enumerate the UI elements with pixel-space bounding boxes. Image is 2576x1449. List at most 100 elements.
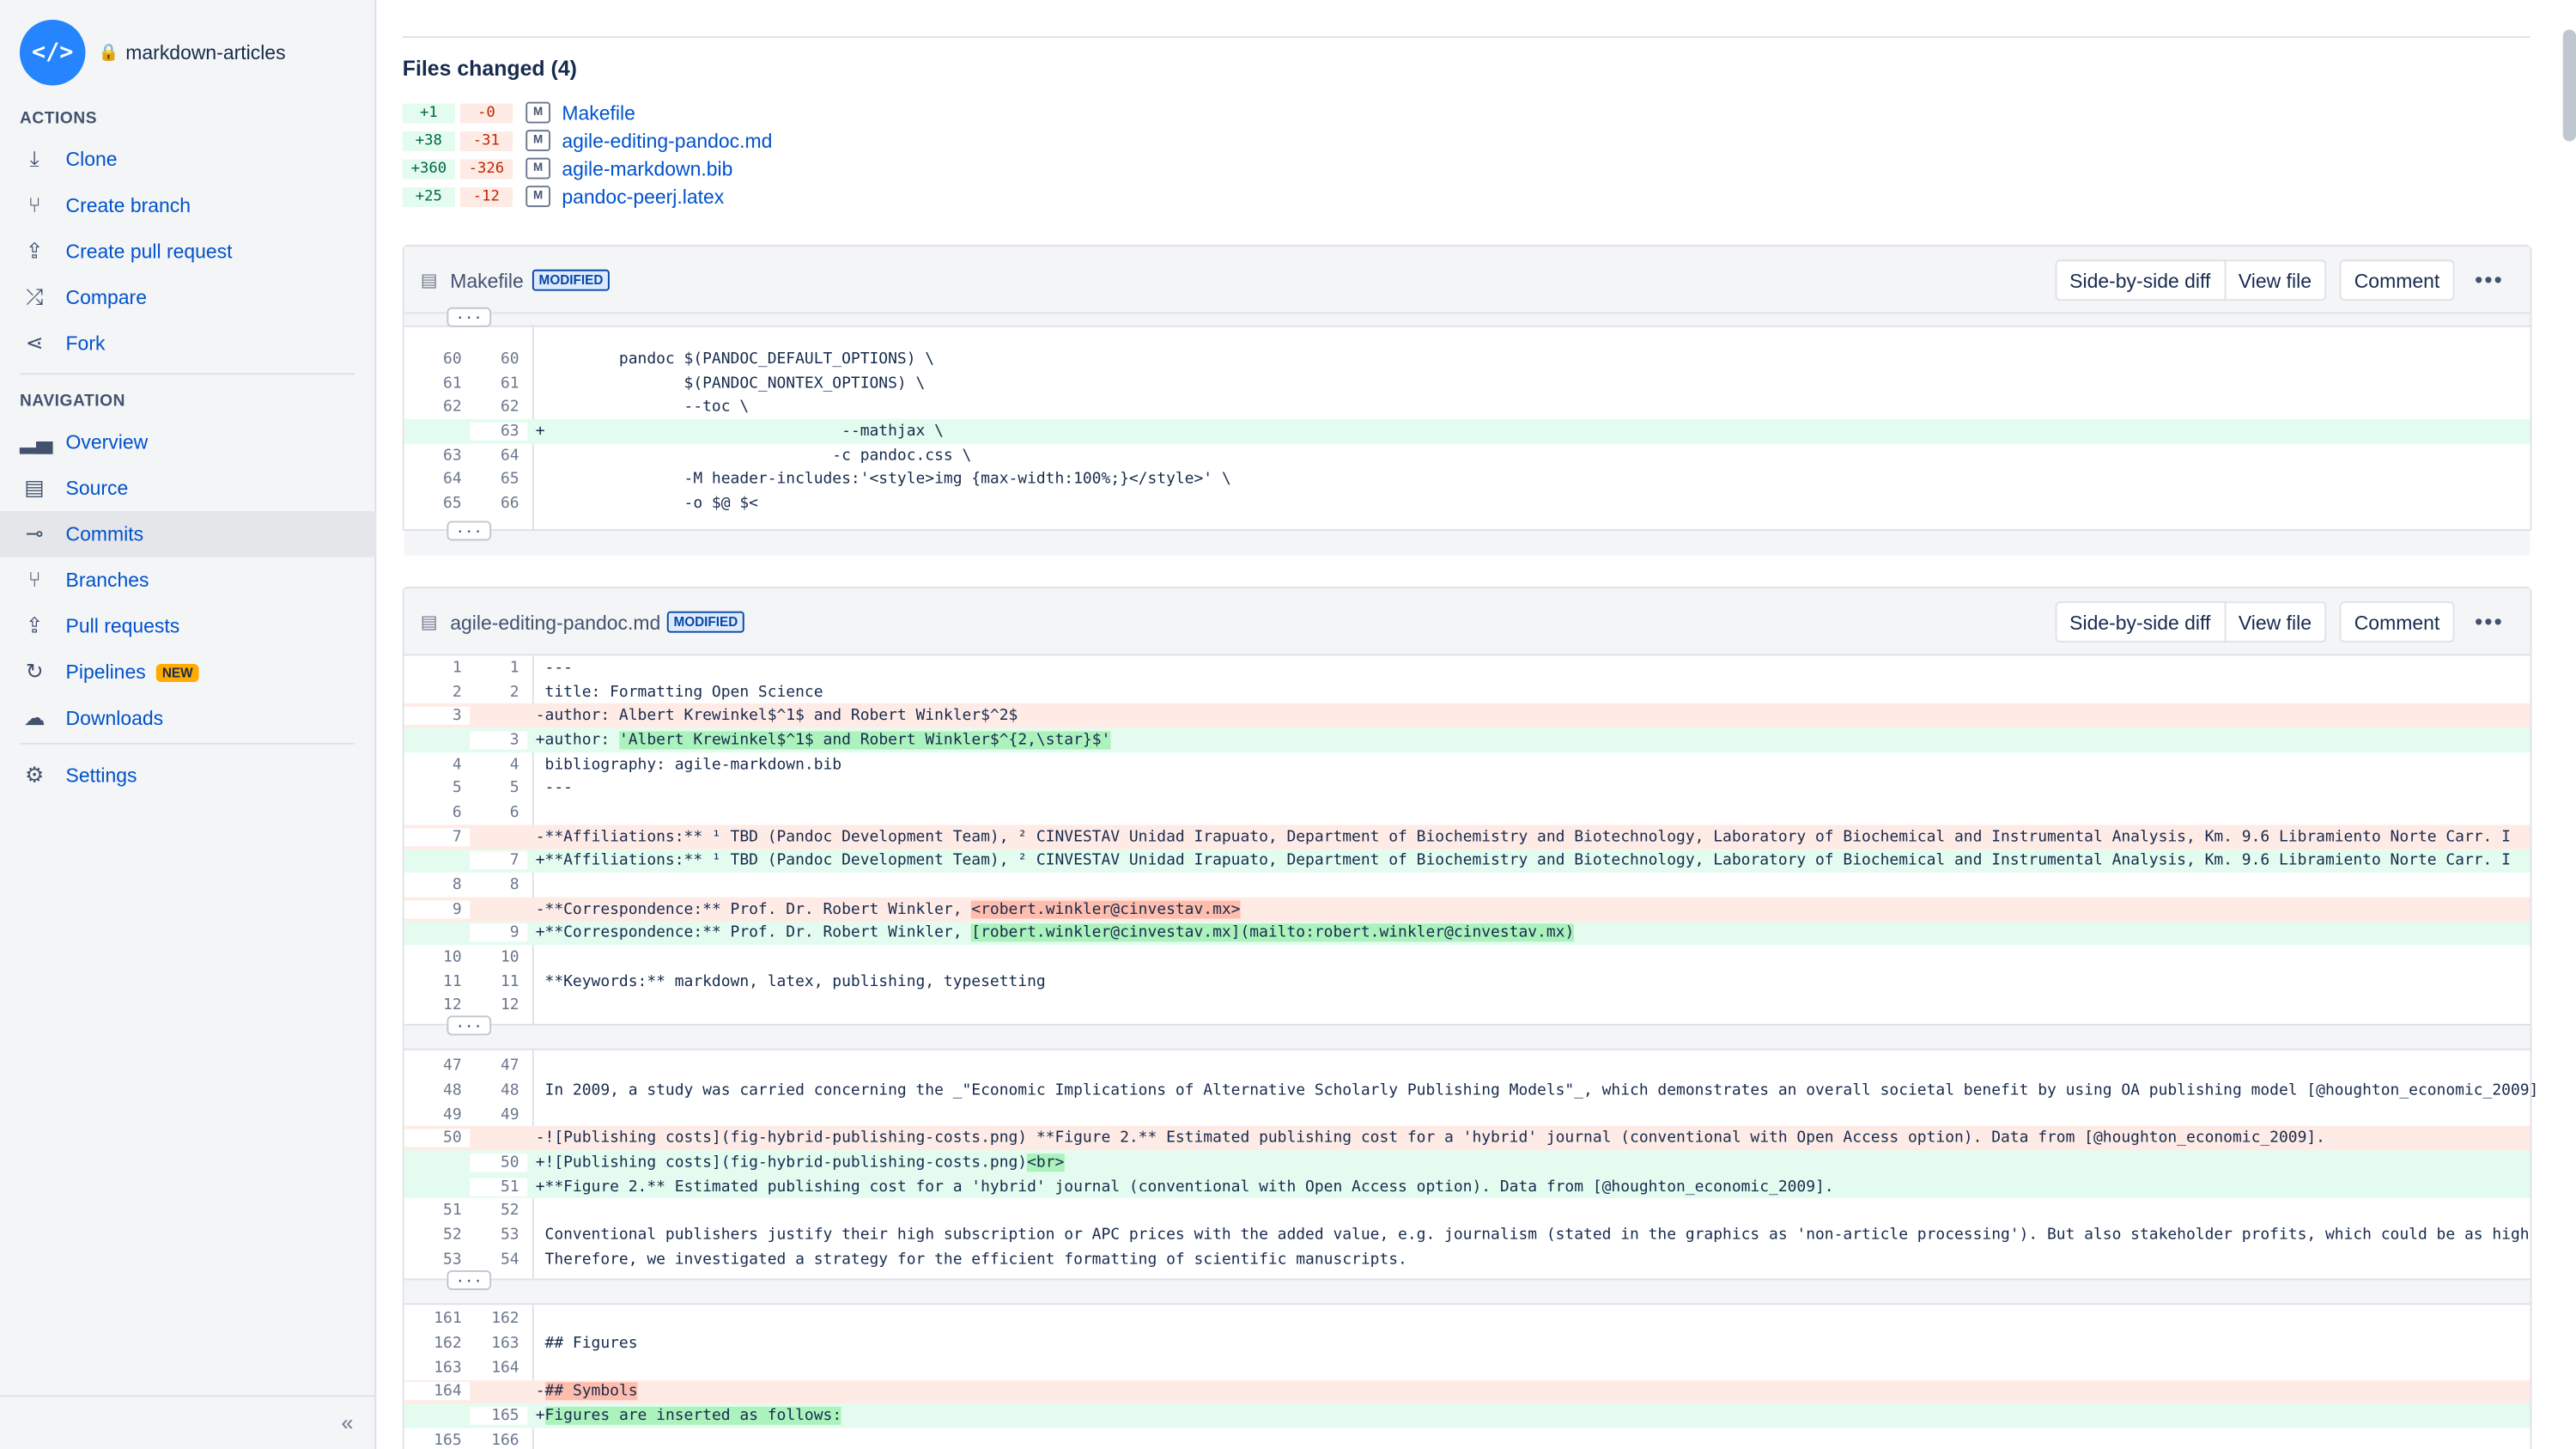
new-line-number[interactable]: 64: [470, 447, 527, 465]
new-line-number[interactable]: 8: [470, 876, 527, 894]
new-line-number[interactable]: 163: [470, 1335, 527, 1353]
new-line-number[interactable]: 48: [470, 1081, 527, 1099]
old-line-number[interactable]: 50: [404, 1129, 471, 1148]
sidebar-item-downloads[interactable]: ☁ Downloads: [0, 695, 376, 741]
old-line-number[interactable]: 12: [404, 996, 471, 1014]
new-line-number[interactable]: 7: [470, 851, 528, 870]
old-line-number[interactable]: 48: [404, 1081, 471, 1099]
old-line-number[interactable]: 52: [404, 1226, 471, 1244]
old-line-number[interactable]: 8: [404, 876, 471, 894]
expand-hunk-button[interactable]: ...: [447, 521, 492, 541]
sidebar-item-fork[interactable]: ⋖ Fork: [0, 320, 376, 367]
new-line-number[interactable]: 165: [470, 1406, 528, 1426]
old-line-number[interactable]: 163: [404, 1359, 471, 1377]
file-link[interactable]: agile-markdown.bib: [562, 157, 732, 180]
expand-hunk-button[interactable]: ...: [447, 1016, 492, 1036]
old-line-number[interactable]: 162: [404, 1335, 471, 1353]
new-line-number[interactable]: 47: [470, 1057, 527, 1075]
old-line-number[interactable]: 164: [404, 1382, 471, 1401]
new-line-number[interactable]: 166: [470, 1431, 527, 1449]
collapse-icon[interactable]: «: [342, 1410, 354, 1435]
old-line-number[interactable]: 6: [404, 804, 471, 822]
old-line-number[interactable]: 47: [404, 1057, 471, 1075]
expand-hunk-button[interactable]: ...: [447, 1269, 492, 1289]
sidebar-item-create-branch[interactable]: ⑂ Create branch: [0, 182, 376, 228]
repo-header[interactable]: </> 🔒 markdown-articles: [19, 19, 286, 86]
collapse-sidebar[interactable]: «: [0, 1395, 377, 1449]
new-line-number[interactable]: 53: [470, 1226, 527, 1244]
old-line-number[interactable]: 7: [404, 827, 471, 846]
comment-button[interactable]: Comment: [2339, 259, 2455, 301]
new-line-number[interactable]: 3: [470, 731, 528, 750]
new-line-number[interactable]: 62: [470, 398, 527, 416]
new-line-number[interactable]: 162: [470, 1311, 527, 1329]
new-line-number[interactable]: 50: [470, 1153, 528, 1172]
more-options-icon[interactable]: •••: [2475, 266, 2504, 293]
new-line-number[interactable]: 52: [470, 1202, 527, 1220]
sidebar-item-pipelines[interactable]: ↻ Pipelines NEW: [0, 649, 376, 696]
new-line-number[interactable]: 5: [470, 779, 527, 797]
new-line-number[interactable]: 49: [470, 1105, 527, 1123]
file-link[interactable]: agile-editing-pandoc.md: [562, 129, 772, 152]
file-link[interactable]: pandoc-peerj.latex: [562, 185, 724, 208]
new-line-number[interactable]: 9: [470, 924, 528, 943]
new-line-number[interactable]: 10: [470, 948, 527, 966]
new-line-number[interactable]: 12: [470, 996, 527, 1014]
new-line-number[interactable]: 11: [470, 972, 527, 990]
old-line-number[interactable]: 61: [404, 374, 471, 392]
side-by-side-diff-button[interactable]: Side-by-side diff: [2054, 601, 2226, 643]
sidebar-item-pull-requests[interactable]: ⇪ Pull requests: [0, 603, 376, 649]
file-link[interactable]: Makefile: [562, 101, 635, 125]
expand-hunk-button[interactable]: ...: [447, 307, 492, 327]
new-line-number[interactable]: 4: [470, 755, 527, 773]
old-line-number[interactable]: 3: [404, 707, 471, 726]
new-line-number[interactable]: 2: [470, 683, 527, 701]
new-line-number[interactable]: 65: [470, 471, 527, 489]
repo-avatar[interactable]: </>: [19, 19, 86, 86]
old-line-number[interactable]: 51: [404, 1202, 471, 1220]
old-line-number[interactable]: 5: [404, 779, 471, 797]
old-line-number[interactable]: 2: [404, 683, 471, 701]
old-line-number[interactable]: 60: [404, 350, 471, 368]
view-file-button[interactable]: View file: [2225, 259, 2327, 301]
new-line-number[interactable]: 63: [470, 422, 528, 441]
old-line-number[interactable]: 65: [404, 495, 471, 513]
comment-button[interactable]: Comment: [2339, 601, 2455, 643]
old-line-number[interactable]: 53: [404, 1250, 471, 1268]
old-line-number[interactable]: 11: [404, 972, 471, 990]
sidebar-item-overview[interactable]: ▂▄ Overview: [0, 419, 376, 466]
new-line-number[interactable]: 60: [470, 350, 527, 368]
sidebar-item-branches[interactable]: ⑂ Branches: [0, 557, 376, 604]
old-line-number[interactable]: 10: [404, 948, 471, 966]
old-line-number[interactable]: 4: [404, 755, 471, 773]
new-line-number[interactable]: 54: [470, 1250, 527, 1268]
sidebar-item-clone[interactable]: ⤓ Clone: [0, 137, 376, 183]
side-by-side-diff-button[interactable]: Side-by-side diff: [2054, 259, 2226, 301]
more-options-icon[interactable]: •••: [2475, 608, 2504, 635]
repo-name-text[interactable]: markdown-articles: [125, 41, 285, 64]
changed-segment: [robert.winkler@cinvestav.mx](mailto:rob…: [971, 924, 1575, 943]
scrollbar-thumb[interactable]: [2562, 29, 2576, 142]
old-line-number[interactable]: 161: [404, 1311, 471, 1329]
old-line-number[interactable]: 49: [404, 1105, 471, 1123]
old-line-number[interactable]: 165: [404, 1431, 471, 1449]
old-line-number[interactable]: 62: [404, 398, 471, 416]
sidebar-item-create-pull-request[interactable]: ⇪ Create pull request: [0, 228, 376, 275]
old-line-number[interactable]: 63: [404, 447, 471, 465]
sidebar-item-compare[interactable]: ⤮ Compare: [0, 275, 376, 321]
new-line-number[interactable]: 66: [470, 495, 527, 513]
old-line-number[interactable]: 1: [404, 659, 471, 677]
new-line-number[interactable]: 61: [470, 374, 527, 392]
sidebar-item-source[interactable]: ▤ Source: [0, 465, 376, 511]
new-line-number[interactable]: 164: [470, 1359, 527, 1377]
repo-name[interactable]: 🔒 markdown-articles: [99, 41, 286, 64]
new-line-number[interactable]: 1: [470, 659, 527, 677]
new-line-number[interactable]: 6: [470, 804, 527, 822]
old-line-number[interactable]: 64: [404, 471, 471, 489]
line-text: +![Publishing costs](fig-hybrid-publishi…: [535, 1153, 1028, 1172]
sidebar-item-settings[interactable]: ⚙ Settings: [0, 752, 376, 799]
old-line-number[interactable]: 9: [404, 899, 471, 918]
sidebar-item-commits[interactable]: ⊸ Commits: [0, 511, 377, 557]
new-line-number[interactable]: 51: [470, 1178, 528, 1196]
view-file-button[interactable]: View file: [2225, 601, 2327, 643]
